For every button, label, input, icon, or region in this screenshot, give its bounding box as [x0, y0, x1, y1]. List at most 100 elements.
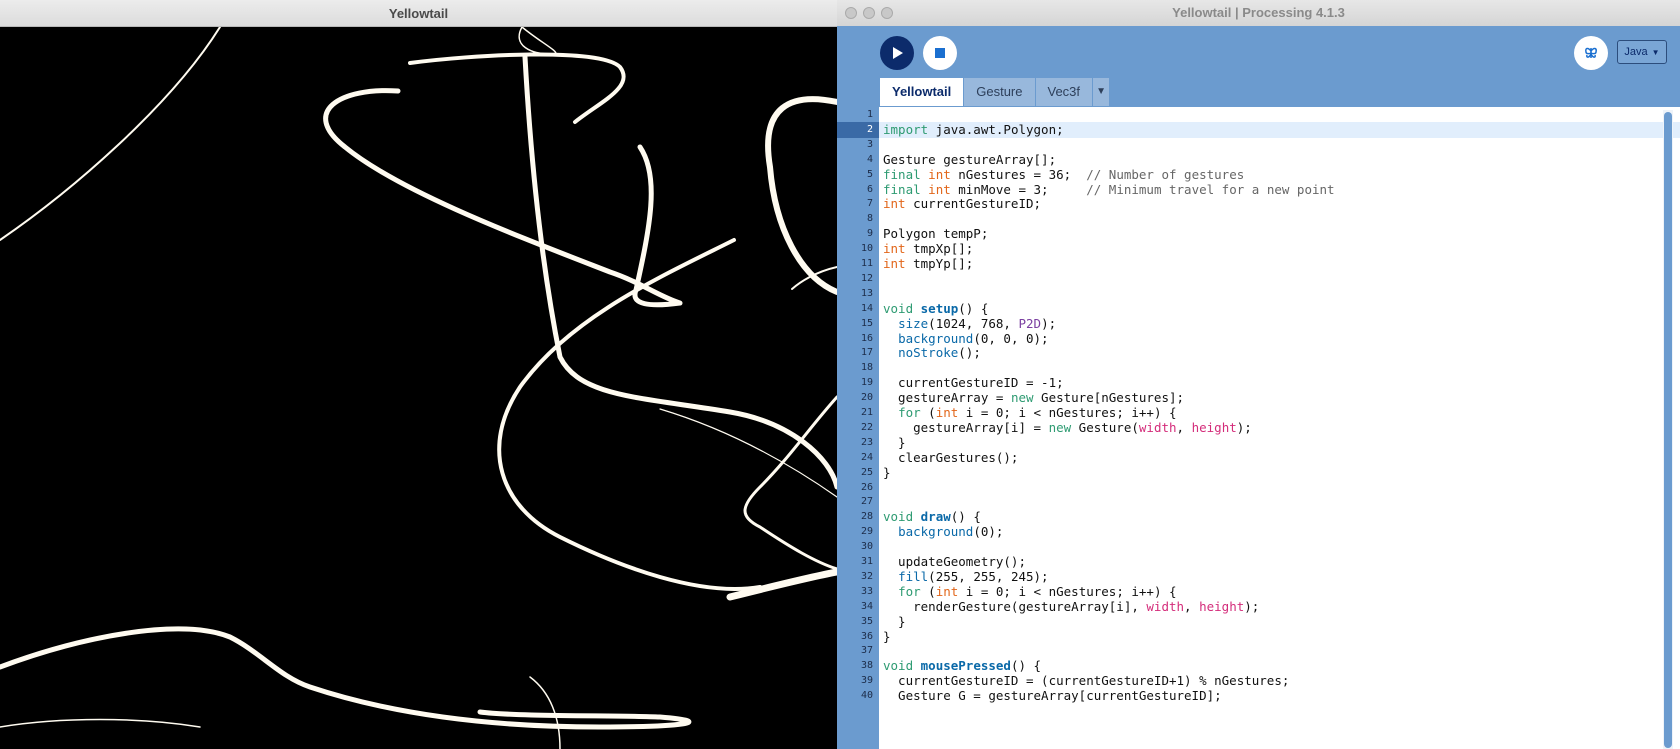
- code-line[interactable]: 23 }: [861, 434, 1680, 451]
- code-text: import java.awt.Polygon;: [883, 121, 1064, 137]
- code-text: gestureArray = new Gesture[nGestures];: [883, 390, 1185, 406]
- code-text: size(1024, 768, P2D);: [898, 315, 1057, 331]
- code-line[interactable]: 14 void setup() {: [861, 301, 1680, 317]
- code-line[interactable]: 27: [861, 494, 1680, 510]
- editor-scrollbar[interactable]: [1663, 110, 1673, 749]
- gesture-stroke: [518, 27, 557, 55]
- code-line[interactable]: 28 void draw() {: [861, 509, 1680, 525]
- gesture-stroke: [408, 52, 626, 124]
- code-line[interactable]: 17 noStroke();: [861, 345, 1680, 361]
- line-number: 4: [866, 153, 873, 165]
- code-line[interactable]: 40 Gesture G = gestureArray[currentGestu…: [861, 688, 1680, 704]
- code-line[interactable]: 26: [861, 480, 1680, 496]
- code-line[interactable]: 31 updateGeometry();: [861, 554, 1680, 570]
- code-line[interactable]: 4 Gesture gestureArray[];: [867, 152, 1680, 168]
- line-number: 37: [860, 645, 873, 657]
- code-line[interactable]: 3: [867, 137, 1680, 153]
- code-line[interactable]: 34 renderGesture(gestureArray[i], width,…: [861, 599, 1680, 615]
- sketch-window-title: Yellowtail: [388, 5, 449, 21]
- code-line[interactable]: 10 int tmpXp[];: [861, 241, 1680, 257]
- ide-titlebar[interactable]: Yellowtail | Processing 4.1.3: [837, 0, 1680, 27]
- line-number: 22: [860, 421, 873, 433]
- code-area[interactable]: 1 2 import java.awt.Polygon; 3 4 Gesture gest…: [837, 107, 1680, 749]
- gesture-stroke: [0, 626, 692, 730]
- code-line[interactable]: 12: [861, 271, 1680, 287]
- gesture-stroke: [726, 568, 837, 601]
- code-line[interactable]: 19 currentGestureID = -1;: [861, 375, 1680, 391]
- code-line[interactable]: 2 import java.awt.Polygon;: [837, 121, 1680, 138]
- code-line[interactable]: 39 currentGestureID = (currentGestureID+…: [861, 673, 1680, 689]
- sketch-canvas[interactable]: [0, 27, 837, 749]
- code-line[interactable]: 37: [861, 643, 1680, 659]
- code-line[interactable]: 18: [861, 360, 1680, 376]
- code-line[interactable]: 6 final int minMove = 3; // Minimum trave…: [867, 182, 1680, 198]
- line-number: 38: [860, 660, 873, 672]
- code-line[interactable]: 36}: [861, 628, 1680, 645]
- stop-button[interactable]: [923, 36, 957, 70]
- line-number: 1: [866, 109, 873, 120]
- line-number: 9: [866, 228, 873, 240]
- line-number: 34: [860, 600, 873, 612]
- code-line[interactable]: 38 void mousePressed() {: [861, 658, 1680, 674]
- run-button[interactable]: [880, 36, 914, 70]
- gesture-stroke: [765, 96, 837, 295]
- code-line[interactable]: 15 size(1024, 768, P2D);: [861, 315, 1680, 332]
- line-number: 5: [866, 168, 873, 180]
- gesture-drawing: [0, 27, 837, 749]
- code-line[interactable]: 13: [861, 286, 1680, 302]
- line-number: 31: [860, 556, 873, 567]
- code-line[interactable]: 22 gestureArray[i] = new Gesture(width, …: [861, 419, 1680, 436]
- code-line[interactable]: 20 gestureArray = new Gesture[nGestures]…: [861, 390, 1680, 406]
- code-text: }: [883, 628, 891, 644]
- mode-selector[interactable]: Java ▼: [1617, 40, 1667, 64]
- line-number: 19: [860, 377, 873, 389]
- code-text: }: [883, 434, 906, 450]
- code-line[interactable]: 1: [867, 107, 1680, 123]
- line-number: 36: [860, 630, 873, 642]
- code-editor[interactable]: 1 2 import java.awt.Polygon; 3 4 Gesture gest…: [837, 107, 1680, 749]
- chevron-down-icon: ▼: [1651, 47, 1660, 57]
- gesture-stroke: [323, 88, 683, 308]
- code-line[interactable]: 25}: [861, 465, 1680, 481]
- tab-yellowtail[interactable]: Yellowtail: [880, 78, 965, 106]
- tab-menu-button[interactable]: ▼: [1093, 78, 1111, 106]
- code-line[interactable]: 16 background(0, 0, 0);: [861, 331, 1680, 347]
- line-number: 3: [866, 138, 873, 150]
- code-line[interactable]: 11 int tmpYp[];: [861, 256, 1680, 272]
- line-number: 12: [860, 272, 873, 284]
- code-line[interactable]: 8: [867, 211, 1680, 227]
- sketch-titlebar[interactable]: Yellowtail: [0, 0, 837, 27]
- code-text: Gesture G = gestureArray[currentGestureI…: [883, 688, 1222, 704]
- code-line[interactable]: 9 Polygon tempP;: [867, 226, 1680, 242]
- sketch-window: Yellowtail: [0, 0, 837, 749]
- code-line[interactable]: 32 fill(255, 255, 245);: [861, 569, 1680, 585]
- code-line[interactable]: 35 }: [861, 613, 1680, 630]
- code-text: updateGeometry();: [883, 554, 1026, 569]
- code-line[interactable]: 5 final int nGestures = 36; // Number of …: [867, 167, 1680, 183]
- line-number: 18: [860, 362, 873, 374]
- gesture-stroke: [659, 408, 837, 498]
- code-line[interactable]: 24 clearGestures();: [861, 450, 1680, 466]
- tab-vec3f[interactable]: Vec3f: [1035, 78, 1094, 106]
- code-line[interactable]: 33 for (int i = 0; i < nGestures; i++) {: [861, 583, 1680, 600]
- code-text: currentGestureID = -1;: [883, 375, 1064, 391]
- ide-window: Yellowtail | Processing 4.1.3 Java ▼ Yel…: [837, 0, 1680, 749]
- line-number: 13: [860, 287, 873, 299]
- scrollbar-thumb[interactable]: [1664, 112, 1672, 748]
- line-number: 7: [866, 198, 873, 210]
- code-line[interactable]: 21 for (int i = 0; i < nGestures; i++) {: [861, 405, 1680, 421]
- code-text: for (int i = 0; i < nGestures; i++) {: [898, 583, 1177, 599]
- debug-button[interactable]: [1574, 36, 1608, 70]
- code-line[interactable]: 7 int currentGestureID;: [867, 196, 1680, 212]
- line-number: 10: [860, 243, 873, 255]
- code-line[interactable]: 29 background(0);: [861, 524, 1680, 540]
- line-number: 14: [860, 302, 873, 314]
- code-text: gestureArray[i] = new Gesture(width, hei…: [883, 419, 1252, 435]
- gesture-stroke: [497, 238, 762, 591]
- line-number: 17: [860, 347, 873, 359]
- line-number: 24: [860, 451, 873, 463]
- code-line[interactable]: 30: [861, 539, 1680, 555]
- code-text: }: [883, 613, 906, 629]
- code-text: int currentGestureID;: [883, 196, 1042, 212]
- tab-gesture[interactable]: Gesture: [964, 78, 1036, 106]
